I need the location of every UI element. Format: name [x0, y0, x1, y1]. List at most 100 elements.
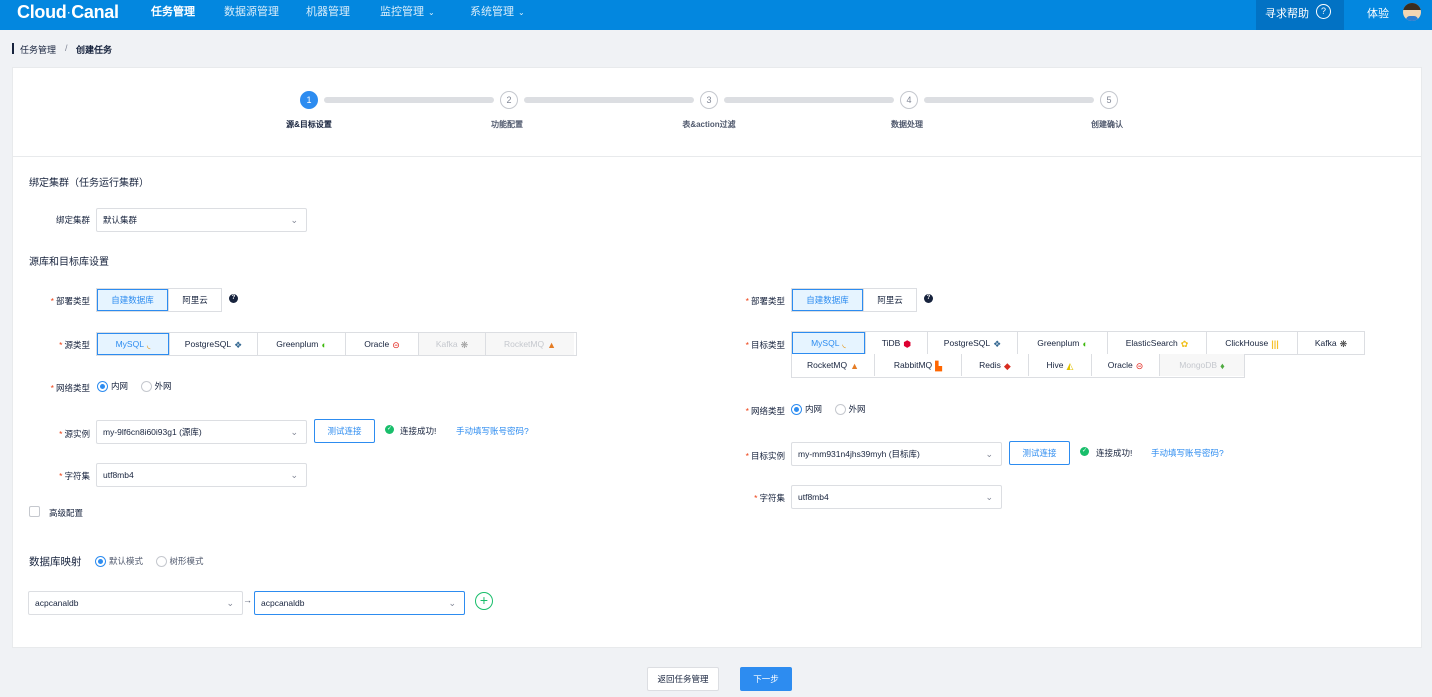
logo-text-tail: Canal [71, 2, 119, 22]
source-network-external-radio[interactable] [140, 380, 152, 392]
target-type-hive[interactable]: Hive ◭ [1029, 354, 1092, 376]
top-nav-bar [0, 0, 1432, 30]
source-type-greenplum[interactable]: Greenplum ◐ [258, 333, 346, 355]
target-type-label: * 目标类型 [725, 339, 785, 351]
btn-label: Greenplum [276, 339, 319, 349]
postgresql-icon: ❖ [993, 338, 1002, 349]
label-text: 网络类型 [750, 406, 785, 416]
target-charset-select[interactable]: utf8mb4 ⌄ [791, 485, 1002, 509]
nav-item-label: 监控管理 [380, 6, 424, 18]
source-type-group: MySQL ◟ PostgreSQL ❖ Greenplum ◐ Oracle ⊝ Ka… [96, 332, 577, 356]
target-test-connection-button[interactable]: 测试连接 [1009, 441, 1070, 465]
target-manual-credentials-link[interactable]: 手动填写账号密码? [1151, 447, 1224, 459]
source-type-postgresql[interactable]: PostgreSQL ❖ [170, 333, 258, 355]
user-name[interactable]: 体验 [1367, 5, 1389, 21]
btn-label: MySQL [811, 338, 840, 348]
mysql-icon: ◟ [146, 339, 151, 350]
btn-label: Hive [1046, 360, 1064, 370]
nav-item-label: 系统管理 [470, 6, 514, 18]
cloudcanal-logo[interactable]: Cloud·Canal [17, 3, 119, 22]
btn-label: RocketMQ [806, 360, 848, 370]
source-instance-label: * 源实例 [30, 428, 90, 440]
source-deploy-self-hosted[interactable]: 自建数据库 [97, 289, 169, 311]
chevron-down-icon: ⌄ [448, 598, 456, 608]
steps-panel [12, 67, 1422, 157]
question-icon[interactable]: ? [924, 294, 933, 303]
target-deploy-type-group: 自建数据库 阿里云 [791, 288, 917, 312]
target-deploy-self-hosted[interactable]: 自建数据库 [792, 289, 864, 311]
btn-label: Greenplum [1037, 338, 1080, 348]
btn-label: RabbitMQ [893, 360, 933, 370]
target-type-mongodb: MongoDB ♦ [1160, 354, 1244, 376]
advanced-config-checkbox[interactable] [29, 506, 40, 517]
target-type-postgresql[interactable]: PostgreSQL ❖ [928, 332, 1018, 354]
step-connector [524, 97, 694, 103]
next-step-button[interactable]: 下一步 [740, 667, 792, 691]
label-text: 目标类型 [750, 340, 785, 350]
avatar[interactable] [1403, 3, 1421, 21]
source-manual-credentials-link[interactable]: 手动填写账号密码? [456, 425, 529, 437]
source-deploy-aliyun[interactable]: 阿里云 [169, 289, 221, 311]
mapping-source-db-select[interactable]: acpcanaldb ⌄ [28, 591, 243, 615]
cluster-select[interactable]: 默认集群 ⌄ [96, 208, 307, 232]
target-instance-select[interactable]: my-mm931n4jhs39myh (目标库) ⌄ [791, 442, 1002, 466]
target-type-redis[interactable]: Redis ◆ [962, 354, 1029, 376]
hive-icon: ◭ [1066, 360, 1074, 371]
question-icon[interactable]: ? [229, 294, 238, 303]
radio-label: 内网 [111, 381, 129, 391]
mapping-tree-mode-radio[interactable] [155, 555, 167, 567]
breadcrumb-parent[interactable]: 任务管理 [20, 43, 56, 56]
source-charset-select[interactable]: utf8mb4 ⌄ [96, 463, 307, 487]
logo-text: Cloud [17, 2, 67, 22]
target-type-oracle[interactable]: Oracle ⊝ [1092, 354, 1160, 376]
btn-label: MongoDB [1179, 360, 1218, 370]
help-link[interactable]: 寻求帮助 [1265, 5, 1309, 21]
source-deploy-type-group: 自建数据库 阿里云 [96, 288, 222, 312]
check-circle-icon: ✓ [385, 425, 394, 434]
source-instance-select[interactable]: my-9lf6cn8i60i93g1 (源库) ⌄ [96, 420, 307, 444]
target-type-rabbitmq[interactable]: RabbitMQ ▙ [875, 354, 962, 376]
target-network-external-radio[interactable] [834, 403, 846, 415]
target-type-greenplum[interactable]: Greenplum ◐ [1018, 332, 1108, 354]
target-type-mysql[interactable]: MySQL ◟ [792, 332, 866, 354]
nav-item-datasources[interactable]: 数据源管理 [224, 0, 279, 30]
target-type-clickhouse[interactable]: ClickHouse ||| [1207, 332, 1298, 354]
required-mark: * [59, 471, 63, 481]
question-circle-icon[interactable]: ? [1316, 4, 1331, 19]
step-1-circle: 1 [300, 91, 318, 109]
step-connector [924, 97, 1094, 103]
source-network-internal-radio[interactable] [97, 380, 108, 392]
required-mark: * [50, 383, 54, 393]
target-type-rocketmq[interactable]: RocketMQ ▲ [792, 354, 875, 376]
required-mark: * [59, 340, 63, 350]
mapping-target-db-select[interactable]: acpcanaldb ⌄ [254, 591, 465, 615]
select-value: utf8mb4 [103, 470, 134, 480]
btn-label: Oracle [364, 339, 390, 349]
source-type-label: * 源类型 [30, 339, 90, 351]
target-deploy-aliyun[interactable]: 阿里云 [864, 289, 916, 311]
nav-item-monitoring[interactable]: 监控管理 ⌄ [380, 0, 435, 30]
arrow-right-icon: → [243, 595, 252, 605]
required-mark: * [745, 451, 749, 461]
mapping-default-mode-radio[interactable] [95, 555, 106, 567]
add-mapping-icon[interactable]: + [475, 592, 493, 610]
radio-label: 树形模式 [169, 556, 204, 566]
step-5-label: 创建确认 [1091, 120, 1123, 129]
nav-item-label: 数据源管理 [224, 6, 279, 18]
source-type-oracle[interactable]: Oracle ⊝ [346, 333, 419, 355]
target-network-internal-radio[interactable] [791, 403, 802, 415]
target-type-elasticsearch[interactable]: ElasticSearch ✿ [1108, 332, 1207, 354]
nav-item-system[interactable]: 系统管理 ⌄ [470, 0, 525, 30]
chevron-down-icon: ⌄ [290, 470, 298, 480]
breadcrumb-marker [12, 43, 14, 54]
target-type-kafka[interactable]: Kafka ❋ [1298, 332, 1364, 354]
select-value: acpcanaldb [35, 598, 79, 608]
source-type-mysql[interactable]: MySQL ◟ [97, 333, 170, 355]
kafka-icon: ❋ [1339, 338, 1348, 349]
nav-item-machines[interactable]: 机器管理 [306, 0, 350, 30]
nav-item-tasks[interactable]: 任务管理 [151, 0, 195, 30]
target-type-tidb[interactable]: TiDB ⬢ [866, 332, 928, 354]
back-to-tasks-button[interactable]: 返回任务管理 [647, 667, 719, 691]
required-mark: * [745, 296, 749, 306]
source-test-connection-button[interactable]: 测试连接 [314, 419, 375, 443]
